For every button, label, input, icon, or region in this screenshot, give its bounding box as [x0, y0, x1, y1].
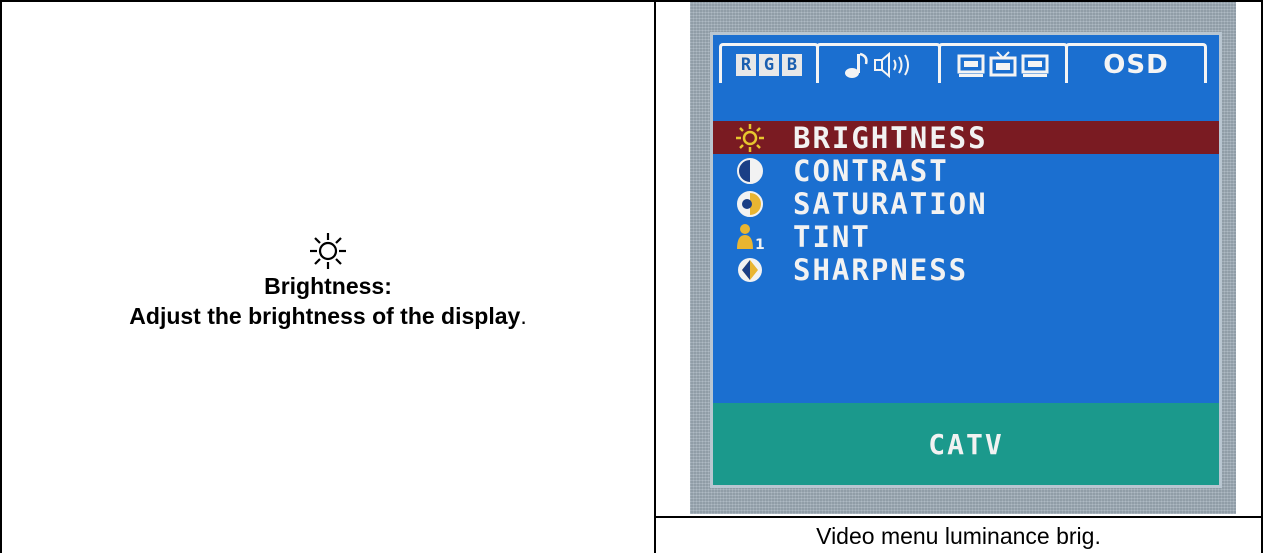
input-source-icon — [957, 50, 1049, 77]
tab-input-source[interactable] — [938, 43, 1068, 83]
tab-osd[interactable]: OSD — [1065, 43, 1207, 83]
osd-footer: CATV — [713, 403, 1219, 485]
saturation-icon — [735, 189, 765, 219]
rgb-icon: R G B — [736, 53, 802, 76]
menu-item-label: TINT — [793, 219, 871, 254]
menu-item-brightness[interactable]: BRIGHTNESS — [713, 120, 1219, 155]
menu-item-sharpness[interactable]: SHARPNESS — [713, 252, 1219, 287]
column-divider — [654, 0, 656, 553]
osd-menu: BRIGHTNESS CONTRAST SATURATION 1 TINT SH… — [713, 120, 1219, 287]
sun-icon — [310, 232, 346, 269]
menu-item-tint[interactable]: 1 TINT — [713, 219, 1219, 254]
photo-caption: Video menu luminance brig. — [816, 523, 1101, 549]
tab-audio[interactable] — [816, 43, 941, 83]
tint-icon: 1 — [735, 222, 765, 252]
right-border — [1261, 0, 1263, 553]
menu-item-label: CONTRAST — [793, 153, 949, 188]
osd-photo: R G B OSD BRIGHTNESS CONTRAST SATURATION… — [690, 2, 1236, 514]
setting-description: Adjust the brightness of the display. — [129, 302, 527, 329]
audio-icon — [844, 51, 909, 78]
setting-title: Brightness: — [264, 272, 392, 299]
menu-item-contrast[interactable]: CONTRAST — [713, 153, 1219, 188]
tab-rgb[interactable]: R G B — [719, 43, 819, 83]
tab-osd-label: OSD — [1103, 49, 1169, 80]
osd-screen: R G B OSD BRIGHTNESS CONTRAST SATURATION… — [710, 32, 1222, 488]
sharpness-icon — [735, 255, 765, 285]
svg-text:1: 1 — [755, 237, 765, 251]
menu-item-label: BRIGHTNESS — [793, 120, 988, 155]
menu-item-label: SATURATION — [793, 186, 988, 221]
footer-label: CATV — [928, 427, 1004, 461]
menu-item-label: SHARPNESS — [793, 252, 969, 287]
contrast-icon — [735, 156, 765, 186]
osd-tab-bar: R G B OSD — [719, 43, 1213, 85]
description-cell: Brightness: Adjust the brightness of the… — [2, 2, 654, 553]
menu-item-saturation[interactable]: SATURATION — [713, 186, 1219, 221]
sun-icon — [735, 123, 765, 153]
